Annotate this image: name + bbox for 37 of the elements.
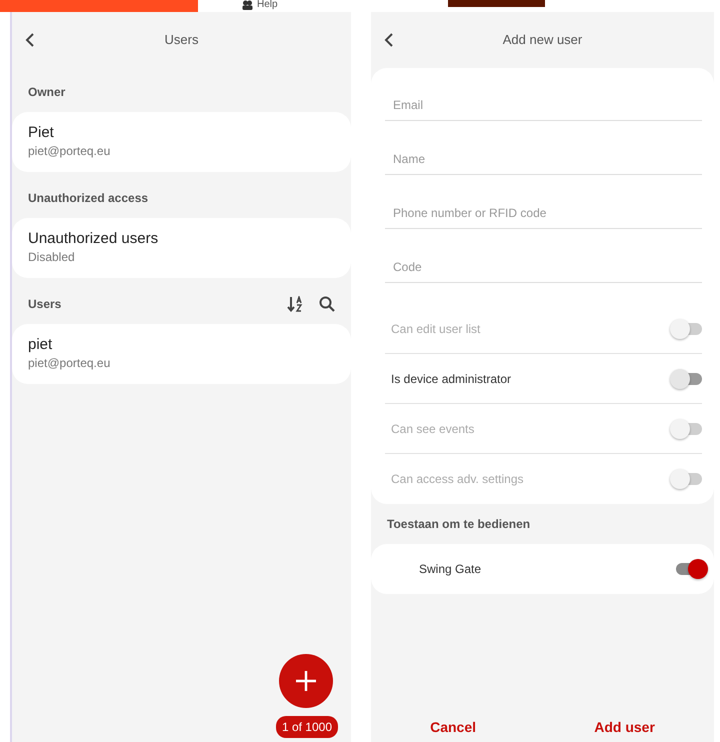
toggle-label: Can access adv. settings — [391, 471, 525, 488]
toggle-switch[interactable] — [670, 368, 702, 388]
toggle-label: Can see events — [391, 420, 476, 438]
input-field[interactable]: Code — [385, 252, 702, 283]
people-icon — [242, 0, 253, 10]
help-link[interactable]: Help — [257, 0, 278, 10]
page-count: 1 of 1000 — [276, 716, 338, 738]
item-subtitle: Disabled — [28, 249, 76, 266]
toggle-switch[interactable] — [674, 559, 706, 579]
action-button[interactable]: Add user — [588, 716, 661, 739]
item-title: Unauthorized users — [28, 230, 160, 248]
screen-title: Add new user — [502, 31, 584, 50]
item-subtitle: piet@porteq.eu — [28, 355, 112, 372]
item-title: piet — [28, 336, 54, 354]
toggle-label: Can edit user list — [391, 320, 482, 338]
list-item[interactable]: piet piet@porteq.eu — [12, 324, 351, 384]
input-field[interactable]: Name — [385, 144, 702, 175]
add-button[interactable] — [279, 654, 333, 708]
section-label: Users — [28, 296, 62, 313]
toggle-label: Is device administrator — [391, 370, 512, 388]
item-subtitle: piet@porteq.eu — [28, 143, 112, 160]
toggle-label: Swing Gate — [419, 561, 482, 578]
back-icon[interactable] — [24, 32, 36, 48]
list-item[interactable]: Unauthorized users Disabled — [12, 218, 351, 278]
section-label: Unauthorized access — [28, 190, 150, 207]
sort-az-icon[interactable] — [287, 296, 305, 312]
section-label: Toestaan om te bedienen — [387, 516, 530, 533]
plus-icon — [295, 670, 317, 692]
section-label: Owner — [28, 84, 66, 101]
screen-title: Users — [164, 31, 200, 50]
input-field[interactable]: Phone number or RFID code — [385, 198, 702, 229]
list-item[interactable]: Piet piet@porteq.eu — [12, 112, 351, 172]
back-icon[interactable] — [383, 32, 395, 48]
search-icon[interactable] — [319, 296, 335, 312]
input-field[interactable]: Email — [385, 90, 702, 121]
item-title: Piet — [28, 124, 55, 142]
action-button[interactable]: Cancel — [424, 716, 482, 739]
